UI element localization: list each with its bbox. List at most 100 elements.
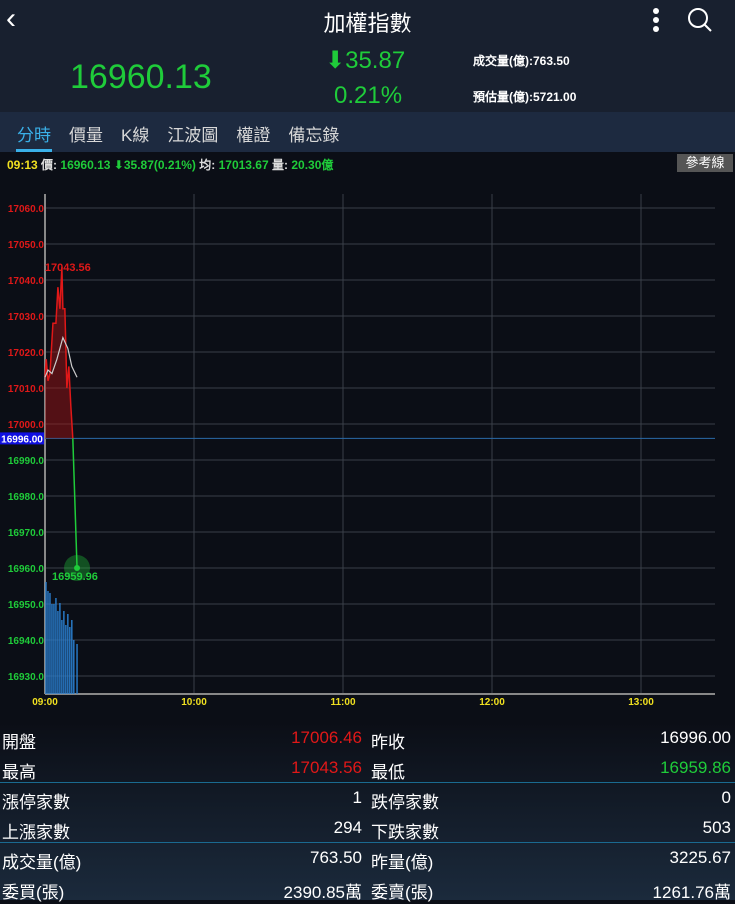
info-avg-label: 均: [199,158,216,172]
x-tick-label: 13:00 [628,697,654,708]
y-tick-label: 16970.0 [8,528,45,539]
stat-value: 503 [702,818,731,837]
stat-label: 漲停家數 [2,793,70,812]
tab-price-volume[interactable]: 價量 [60,112,112,152]
tab-bar: 分時 價量 K線 江波圖 權證 備忘錄 [0,112,735,152]
x-tick-label: 10:00 [181,697,207,708]
stat-label: 委賣(張) [371,883,434,902]
stat-value: 2390.85萬 [283,883,362,902]
stat-value: 17006.46 [291,728,362,747]
stat-label: 委買(張) [2,883,65,902]
stat-value: 3225.67 [669,848,731,867]
stats-row: 開盤 17006.46 昨收 16996.00 [0,724,735,754]
arrow-down-icon: ⬇ [325,47,346,74]
y-tick-label: 16930.0 [8,672,45,683]
more-vertical-icon[interactable] [648,6,664,34]
volume-bar [69,627,71,694]
y-tick-label: 16990.0 [8,456,45,467]
tab-memo[interactable]: 備忘錄 [279,112,348,152]
info-avg: 17013.67 [218,158,269,172]
volume-bar [47,591,49,694]
divider [0,782,735,783]
volume-bar [67,614,69,694]
y-tick-label: 16940.0 [8,636,45,647]
change-percent: 0.21% [334,82,403,109]
stat-label: 昨收 [371,733,405,752]
stat-label: 成交量(億) [2,853,82,872]
x-tick-label: 11:00 [330,697,355,708]
volume-bar [59,603,61,694]
tab-kline[interactable]: K線 [112,112,158,152]
price-change: ⬇35.87 [325,47,406,74]
info-vol-unit: 億 [321,158,334,172]
tab-warrants[interactable]: 權證 [227,112,279,152]
volume-bar [76,644,78,694]
y-tick-label: 16960.0 [8,564,45,575]
volume-bar [65,625,67,694]
x-tick-label: 09:00 [32,697,58,708]
stat-label: 跌停家數 [371,793,439,812]
volume-bar [51,604,53,694]
high-label: 17043.56 [45,262,91,274]
stat-label: 上漲家數 [2,823,70,842]
price-line-down [72,438,78,569]
y-tick-label: 16950.0 [8,600,45,611]
nav-bar: ‹ 加權指數 [0,0,735,40]
reference-line-button[interactable]: 參考線 [677,154,733,172]
volume-bar [57,611,59,694]
y-tick-label: 17000.0 [8,420,45,431]
stat-value: 763.50 [310,848,362,867]
info-price: 16960.13 [60,158,111,172]
stat-value: 17043.56 [291,758,362,777]
stat-label: 下跌家數 [371,823,439,842]
volume-bar [49,593,51,694]
volume-text: 成交量(億):763.50 [473,54,570,68]
y-tick-label: 17020.0 [8,348,45,359]
stats-row: 上漲家數 294 下跌家數 503 [0,814,735,844]
info-vol: 20.30 [291,158,322,172]
stat-value: 16996.00 [660,728,731,747]
chart-info-bar: 09:13 價: 16960.13 ⬇35.87(0.21%) 均: 17013… [0,152,735,174]
volume-bar [71,620,73,694]
stat-label: 開盤 [2,733,36,752]
volume-bar [61,620,63,694]
y-tick-label: 17040.0 [8,276,45,287]
stats-table: 開盤 17006.46 昨收 16996.00 最高 17043.56 最低 16959.86… [0,722,735,902]
quote-panel: 16960.13 ⬇35.87 0.21% 成交量(億):763.50 預估量(… [0,40,735,112]
y-tick-label: 17010.0 [8,384,45,395]
tab-intraday[interactable]: 分時 [8,112,60,152]
search-icon[interactable] [686,6,714,34]
y-tick-label: 16980.0 [8,492,45,503]
tab-wave-chart[interactable]: 江波圖 [158,112,227,152]
y-tick-label: 17060.0 [8,204,45,215]
volume-bar [53,604,55,694]
stat-label: 最高 [2,763,36,782]
stats-row: 成交量(億) 763.50 昨量(億) 3225.67 [0,844,735,874]
volume-bar [55,598,57,694]
stats-row: 漲停家數 1 跌停家數 0 [0,784,735,814]
last-price: 16960.13 [70,58,212,96]
stat-value: 294 [333,818,362,837]
y-tick-label: 17050.0 [8,240,45,251]
stat-value: 16959.86 [660,758,731,777]
reference-label: 16996.00 [1,434,43,445]
stat-value: 0 [721,788,731,807]
intraday-chart[interactable]: 17060.0 17050.0 17040.0 17030.0 17020.0 17010… [0,174,735,714]
info-vol-label: 量: [272,158,288,172]
last-label: 16959.96 [52,571,98,583]
volume-bar [45,582,47,694]
divider [0,842,735,843]
info-change: ⬇35.87(0.21%) [113,158,196,172]
stat-value: 1261.76萬 [652,883,731,902]
info-time: 09:13 [7,158,38,172]
stat-value: 1 [352,788,362,807]
estimated-volume-text: 預估量(億):5721.00 [473,90,577,104]
y-tick-label: 17030.0 [8,312,45,323]
info-price-label: 價: [41,158,58,172]
x-tick-label: 12:00 [479,697,505,708]
volume-bar [63,611,65,694]
stats-row: 最高 17043.56 最低 16959.86 [0,754,735,784]
page-title: 加權指數 [323,11,412,36]
stat-label: 最低 [371,763,405,782]
stat-label: 昨量(億) [371,853,434,872]
